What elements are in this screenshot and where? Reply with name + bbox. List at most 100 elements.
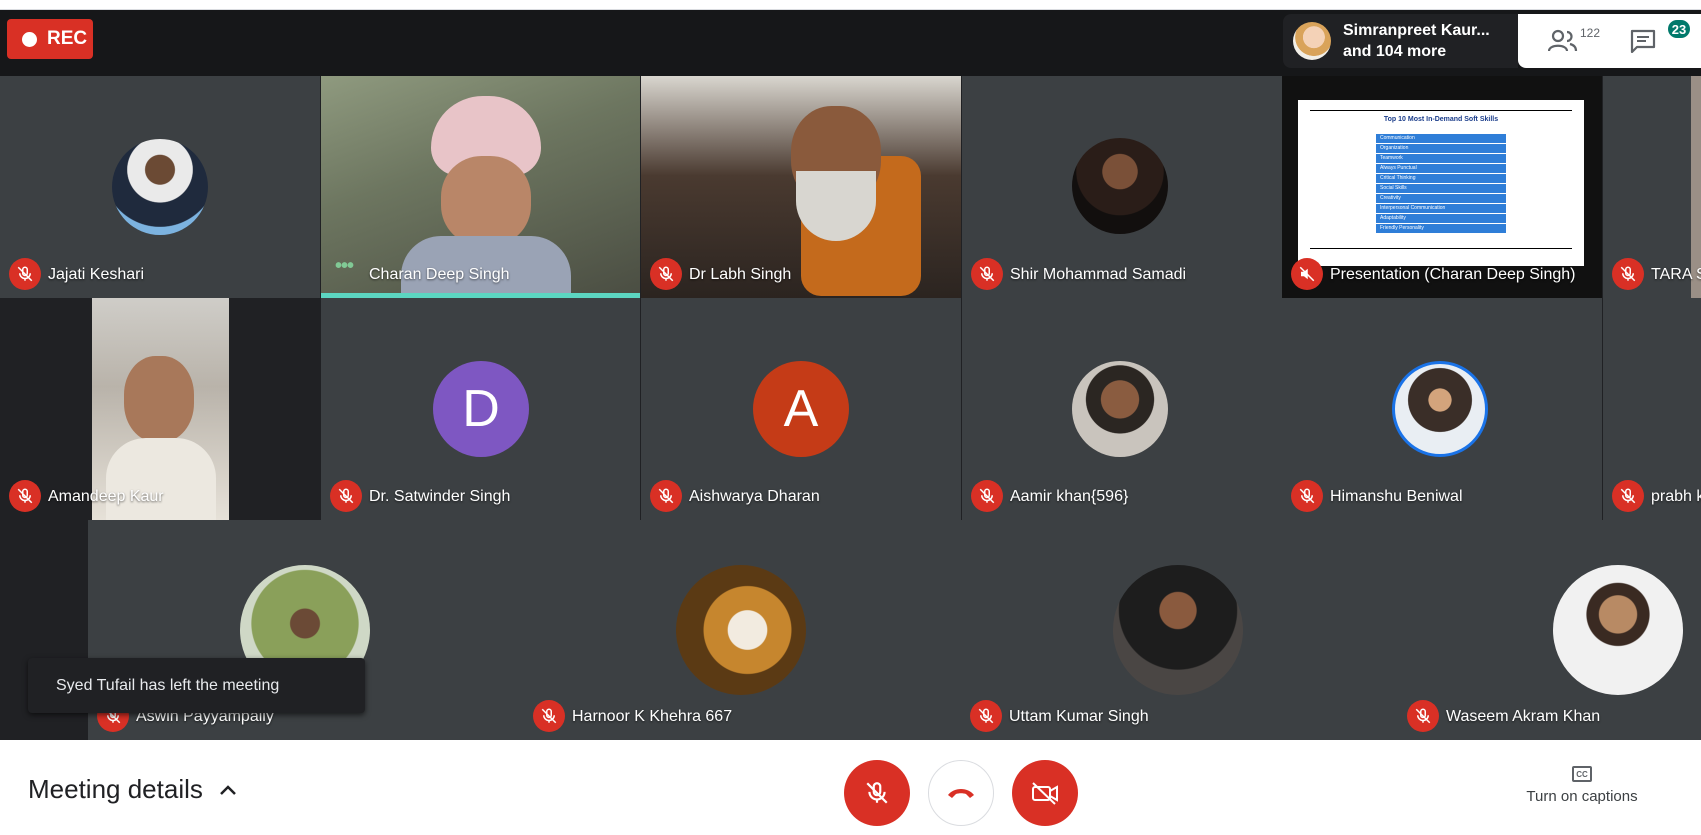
- speaking-indicator-icon: •••: [335, 255, 354, 277]
- chevron-up-icon: [220, 784, 236, 795]
- top-right-panel: 122 23: [1518, 14, 1701, 68]
- participant-initial-avatar: A: [753, 361, 849, 457]
- participant-tile[interactable]: prabh k: [1603, 298, 1701, 520]
- participant-avatar: [1072, 361, 1168, 457]
- presenter-avatar: [1293, 22, 1331, 60]
- slide-row: Communication: [1376, 134, 1506, 143]
- participant-tile[interactable]: Aamir khan{596}: [962, 298, 1282, 520]
- participant-face: [124, 356, 194, 442]
- record-dot-icon: [22, 31, 37, 47]
- participant-tile[interactable]: Himanshu Beniwal: [1282, 298, 1602, 520]
- slide-row: Critical Thinking: [1376, 174, 1506, 183]
- camera-off-icon: [1032, 782, 1058, 805]
- participant-name: Aamir khan{596}: [1010, 488, 1129, 505]
- chat-count-badge: 23: [1666, 18, 1692, 40]
- mic-off-icon: [866, 782, 888, 804]
- slide-table: Communication Organization Teamwork Always …: [1376, 134, 1506, 234]
- volume-off-icon: [1291, 258, 1323, 290]
- notification-toast: Syed Tufail has left the meeting: [28, 658, 365, 713]
- slide-row: Always Punctual: [1376, 164, 1506, 173]
- mic-off-icon: [650, 480, 682, 512]
- participant-video-face: [441, 156, 531, 246]
- people-icon: [1548, 29, 1578, 52]
- recording-indicator: REC: [7, 19, 93, 59]
- mic-off-icon: [1612, 480, 1644, 512]
- slide-rule: [1310, 248, 1572, 249]
- slide-row: Friendly Personality: [1376, 224, 1506, 233]
- leave-call-button[interactable]: [928, 760, 994, 826]
- participant-name: Shir Mohammad Samadi: [1010, 266, 1187, 283]
- chat-icon: [1630, 29, 1656, 53]
- presentation-tile[interactable]: Top 10 Most In-Demand Soft Skills Commun…: [1282, 76, 1602, 298]
- participant-avatar: [1392, 361, 1488, 457]
- mic-off-icon: [533, 700, 565, 732]
- participant-tile[interactable]: Dr Labh Singh: [641, 76, 961, 298]
- mic-off-icon: [971, 480, 1003, 512]
- participant-avatar: [112, 139, 208, 235]
- mic-off-icon: [971, 258, 1003, 290]
- people-count: 122: [1580, 26, 1601, 40]
- meeting-details-button[interactable]: Meeting details: [28, 774, 237, 805]
- presenter-name: Simranpreet Kaur...: [1343, 22, 1490, 39]
- participant-tile[interactable]: Shir Mohammad Samadi: [962, 76, 1282, 298]
- participant-name: Dr Labh Singh: [689, 266, 792, 283]
- participant-name: Amandeep Kaur: [48, 488, 164, 505]
- participant-tile[interactable]: Jajati Keshari: [0, 76, 320, 298]
- recording-label: REC: [47, 28, 88, 49]
- participant-name: Harnoor K Khehra 667: [572, 708, 733, 725]
- participant-initial-avatar: D: [433, 361, 529, 457]
- participant-name: prabh k: [1651, 488, 1701, 505]
- participant-avatar: [1553, 565, 1683, 695]
- mic-toggle-button[interactable]: [844, 760, 910, 826]
- slide-rule: [1310, 110, 1572, 111]
- participant-tile[interactable]: Uttam Kumar Singh: [961, 520, 1398, 740]
- slide-row: Teamwork: [1376, 154, 1506, 163]
- participant-name: Uttam Kumar Singh: [1009, 708, 1149, 725]
- browser-top-strip: [0, 0, 1701, 10]
- participant-name: Himanshu Beniwal: [1330, 488, 1463, 505]
- slide-row: Social Skills: [1376, 184, 1506, 193]
- participant-tile[interactable]: D Dr. Satwinder Singh: [321, 298, 640, 520]
- participant-video: [92, 298, 229, 520]
- meeting-details-label: Meeting details: [28, 774, 203, 804]
- presenter-chip[interactable]: Simranpreet Kaur... and 104 more: [1283, 14, 1518, 68]
- hang-up-icon: [948, 789, 974, 798]
- presentation-slide: Top 10 Most In-Demand Soft Skills Commun…: [1298, 100, 1584, 266]
- people-button[interactable]: 122: [1548, 24, 1608, 58]
- camera-toggle-button[interactable]: [1012, 760, 1078, 826]
- participant-avatar: [1072, 138, 1168, 234]
- participant-name: Presentation (Charan Deep Singh): [1330, 266, 1576, 283]
- participant-name: Waseem Akram Khan: [1446, 708, 1601, 725]
- participant-tile[interactable]: A Aishwarya Dharan: [641, 298, 961, 520]
- mic-off-icon: [9, 480, 41, 512]
- participant-name: Dr. Satwinder Singh: [369, 488, 511, 505]
- mic-off-icon: [9, 258, 41, 290]
- bottom-control-bar: Meeting details CC Turn on captions: [0, 740, 1701, 835]
- participant-name: Charan Deep Singh: [369, 266, 510, 283]
- presenter-more: and 104 more: [1343, 43, 1447, 60]
- participant-tile[interactable]: Harnoor K Khehra 667: [524, 520, 961, 740]
- slide-row: Interpersonal Communication: [1376, 204, 1506, 213]
- mic-off-icon: [1612, 258, 1644, 290]
- captions-label: Turn on captions: [1526, 788, 1638, 805]
- participant-name: TARA S: [1651, 266, 1701, 283]
- participant-tile[interactable]: TARA S: [1603, 76, 1701, 298]
- slide-row: Adaptability: [1376, 214, 1506, 223]
- participant-tile[interactable]: Waseem Akram Khan: [1398, 520, 1701, 740]
- captions-button[interactable]: CC Turn on captions: [1517, 766, 1647, 805]
- mic-off-icon: [650, 258, 682, 290]
- mic-off-icon: [970, 700, 1002, 732]
- participant-name: Aishwarya Dharan: [689, 488, 820, 505]
- mic-off-icon: [330, 480, 362, 512]
- participant-video: [1691, 76, 1701, 298]
- closed-captions-icon: CC: [1572, 766, 1592, 782]
- participant-name: Jajati Keshari: [48, 266, 145, 283]
- participant-tile[interactable]: Amandeep Kaur: [0, 298, 320, 520]
- slide-row: Creativity: [1376, 194, 1506, 203]
- chat-button[interactable]: 23: [1630, 18, 1692, 58]
- slide-row: Organization: [1376, 144, 1506, 153]
- mic-off-icon: [1407, 700, 1439, 732]
- participant-body: [106, 438, 216, 520]
- participant-avatar: [676, 565, 806, 695]
- participant-tile-active-speaker[interactable]: ••• Charan Deep Singh: [321, 76, 640, 298]
